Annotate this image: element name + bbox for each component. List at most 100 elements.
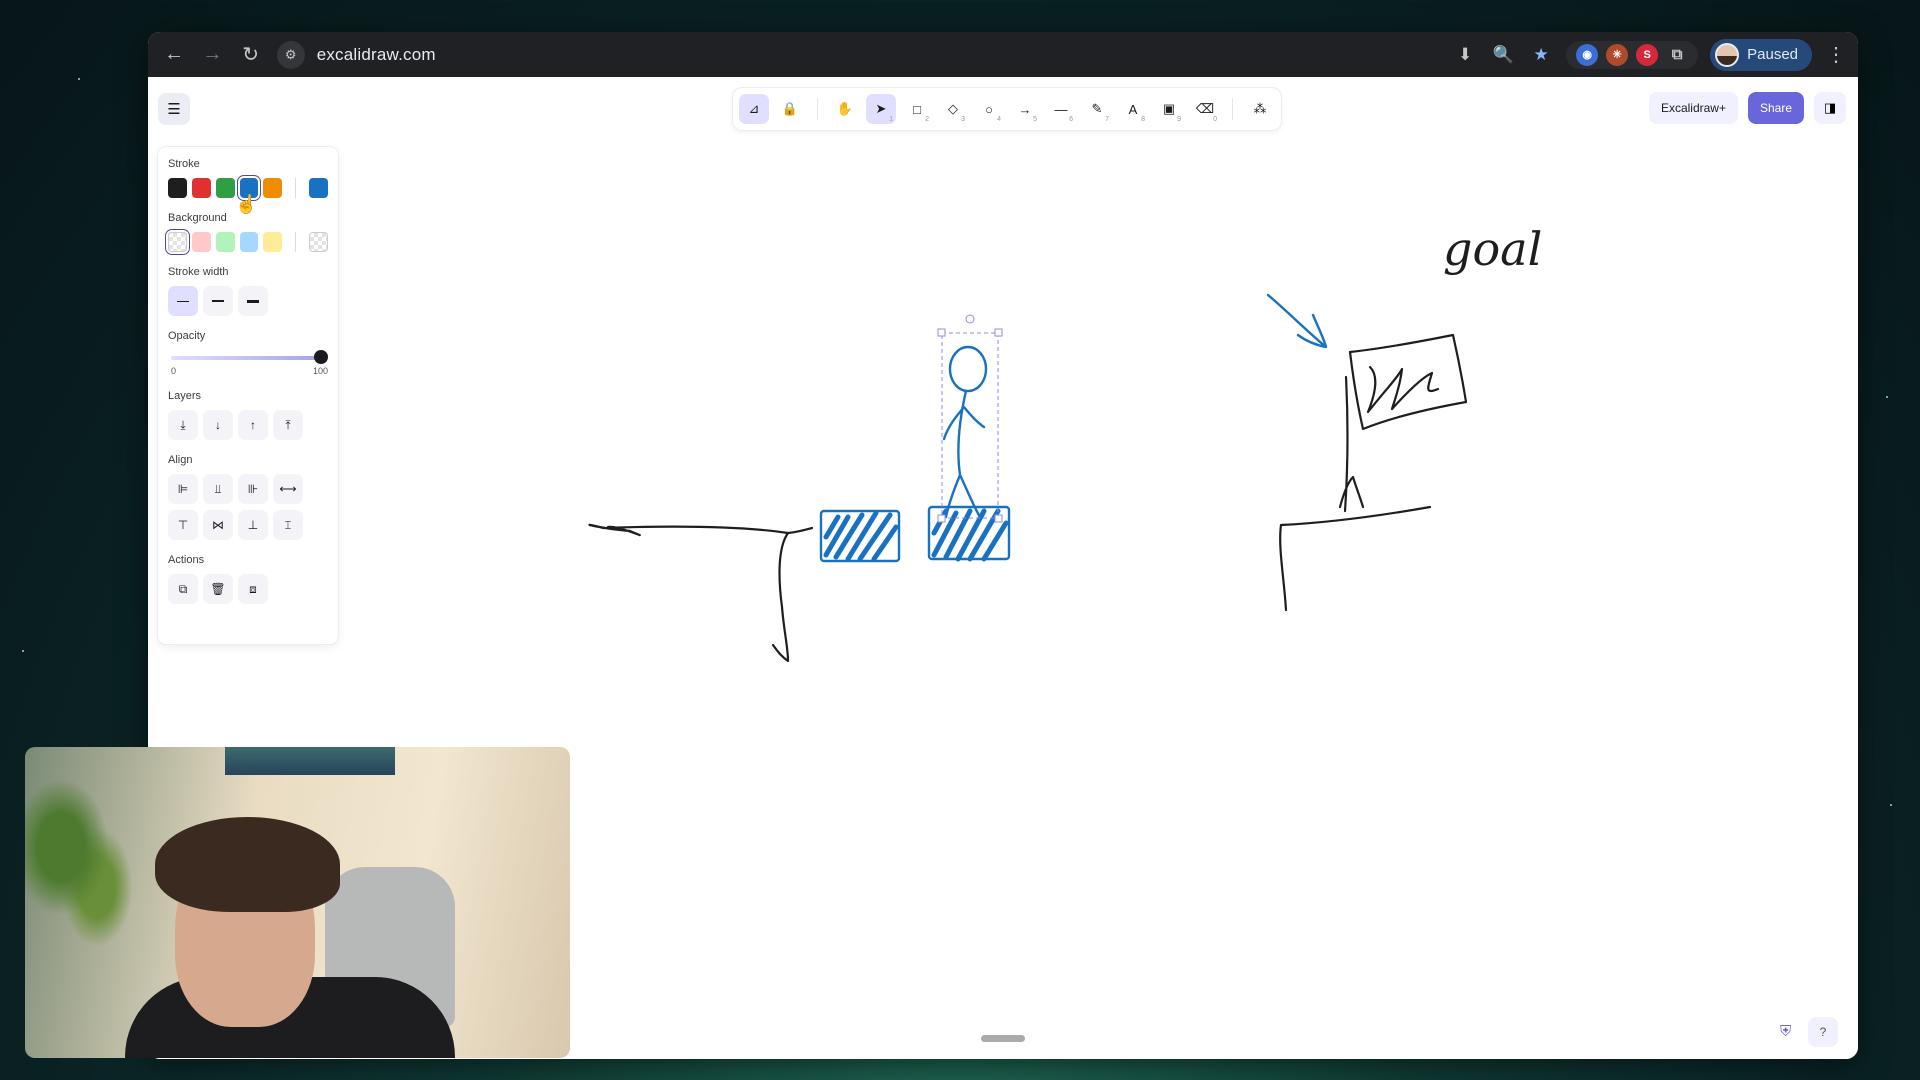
action-button[interactable]: ⧈ — [238, 574, 268, 604]
block-2-outline — [927, 505, 1011, 561]
scroll-handle[interactable] — [981, 1035, 1025, 1042]
stroke-color-swatch[interactable] — [263, 178, 283, 198]
left-cliff-stroke — [588, 523, 814, 537]
stroke-color-swatch[interactable] — [215, 178, 235, 198]
stickman-body — [942, 389, 986, 519]
background-color-swatch[interactable] — [239, 232, 259, 252]
install-app-icon[interactable]: ⬇ — [1452, 42, 1478, 68]
browser-menu-icon[interactable]: ⋮ — [1824, 42, 1848, 67]
excalidraw-plus-button[interactable]: Excalidraw+ — [1648, 92, 1738, 124]
library-sidebar-icon[interactable]: ◨ — [1814, 92, 1846, 124]
layer-order-button[interactable]: ⤓ — [168, 410, 198, 440]
selection-tool-icon[interactable]: ➤ 1 — [866, 94, 896, 124]
divider — [295, 178, 297, 198]
eraser-tool-icon[interactable]: ⌫ 0 — [1190, 94, 1220, 124]
stroke-color-swatch[interactable] — [191, 178, 211, 198]
bookshelf — [225, 747, 395, 775]
background-color-swatch[interactable] — [263, 232, 283, 252]
background-color-swatch[interactable] — [215, 232, 235, 252]
goal-label: goal — [1443, 222, 1542, 276]
stroke-width-bold-option[interactable] — [203, 286, 233, 316]
opacity-min-label: 0 — [171, 366, 177, 376]
layer-order-button[interactable]: ↑ — [238, 410, 268, 440]
action-button[interactable]: 🗑 — [203, 574, 233, 604]
arrow-to-goal-stroke — [1266, 293, 1328, 349]
background-current-color-swatch[interactable] — [309, 232, 328, 252]
arrow-tool-icon[interactable]: → 5 — [1010, 94, 1040, 124]
ellipse-tool-icon[interactable]: ○ 4 — [974, 94, 1004, 124]
align-button[interactable]: ⊪ — [238, 474, 268, 504]
opacity-slider[interactable] — [171, 350, 328, 364]
actions-buttons: ⧉ 🗑 ⧈ — [168, 574, 328, 604]
opacity-slider-track — [171, 356, 321, 360]
extensions-puzzle-icon[interactable]: ⧉ — [1666, 44, 1688, 66]
stroke-width-extra-bold-option[interactable] — [238, 286, 268, 316]
layers-buttons: ⤓ ↓ ↑ ⤒ — [168, 410, 328, 440]
background-colors — [168, 232, 328, 252]
actions-heading: Actions — [168, 554, 205, 566]
action-button[interactable]: ⧉ — [168, 574, 198, 604]
stroke-color-swatch[interactable] — [168, 178, 187, 198]
bookmark-star-icon[interactable]: ★ — [1528, 42, 1554, 68]
reload-button[interactable]: ↻ — [234, 38, 266, 72]
background-color-swatch[interactable] — [191, 232, 211, 252]
text-tool-icon[interactable]: A8 — [1118, 94, 1148, 124]
flag-box-stroke — [1348, 333, 1468, 431]
line-tool-icon[interactable]: —6 — [1046, 94, 1076, 124]
diamond-tool-icon[interactable]: ◇ 3 — [938, 94, 968, 124]
extension-2-icon[interactable]: ✳ — [1606, 43, 1629, 66]
block-2-hatch — [931, 508, 1009, 562]
share-button[interactable]: Share — [1747, 92, 1804, 124]
layer-order-button[interactable]: ⤒ — [273, 410, 303, 440]
opacity-slider-thumb[interactable] — [314, 350, 328, 364]
align-buttons-row-1: ⊫ ⫫ ⊪ ⟷ — [168, 474, 328, 504]
align-button[interactable]: ⟷ — [273, 474, 303, 504]
shortcut-key: 7 — [1105, 116, 1109, 123]
align-button[interactable]: ⊥ — [238, 510, 268, 540]
background-color-swatch[interactable] — [168, 232, 187, 252]
flag-pole-stroke — [1338, 375, 1365, 513]
tool-lock-icon[interactable]: ⊿ — [739, 94, 769, 124]
shortcut-key: 9 — [1177, 116, 1181, 123]
site-settings-icon[interactable]: ⚙ — [276, 40, 305, 69]
align-button[interactable]: ⊤ — [168, 510, 198, 540]
profile-status: Paused — [1747, 46, 1799, 63]
plant — [25, 767, 145, 967]
stroke-current-color-swatch[interactable] — [309, 178, 328, 198]
encryption-shield-icon[interactable]: ⛨ — [1780, 1023, 1791, 1040]
more-tools-icon[interactable]: ⁂ — [1245, 94, 1275, 124]
layer-order-button[interactable]: ↓ — [203, 410, 233, 440]
shortcut-key: 3 — [961, 116, 965, 123]
align-button[interactable]: ⋈ — [203, 510, 233, 540]
main-menu-button[interactable]: ☰ — [158, 93, 190, 125]
opacity-heading: Opacity — [168, 330, 206, 342]
opacity-max-label: 100 — [312, 366, 328, 376]
image-tool-icon[interactable]: ▣ 9 — [1154, 94, 1184, 124]
align-button[interactable]: ⫫ — [203, 474, 233, 504]
profile-button[interactable]: Paused — [1710, 38, 1813, 71]
avatar — [1715, 42, 1740, 67]
hand-tool-icon[interactable]: ✋ — [830, 94, 860, 124]
rectangle-tool-icon[interactable]: □ 2 — [902, 94, 932, 124]
zoom-icon[interactable]: 🔍 — [1490, 42, 1516, 68]
divider — [295, 232, 297, 252]
address-bar[interactable]: ⚙ excalidraw.com — [276, 38, 1452, 72]
forward-button[interactable]: → — [196, 38, 228, 72]
align-buttons-row-2: ⊤ ⋈ ⊥ ⌶ — [168, 510, 328, 540]
shortcut-key: 1 — [889, 116, 893, 123]
browser-toolbar: ← → ↻ ⚙ excalidraw.com ⬇ 🔍 ★ ◉ ✳ S ⧉ Pau… — [148, 32, 1858, 77]
help-icon[interactable]: ? — [1808, 1017, 1838, 1047]
back-button[interactable]: ← — [158, 38, 190, 72]
shortcut-key: 4 — [997, 116, 1001, 123]
extension-1-icon[interactable]: ◉ — [1576, 43, 1599, 66]
extension-3-icon[interactable]: S — [1636, 43, 1659, 66]
hand-lock-tool-icon[interactable]: 🔒 — [775, 94, 805, 124]
align-button[interactable]: ⊫ — [168, 474, 198, 504]
stroke-width-thin-option[interactable] — [168, 286, 198, 316]
align-heading: Align — [168, 454, 193, 466]
toolbar-separator — [817, 98, 818, 120]
url-text[interactable]: excalidraw.com — [317, 45, 436, 65]
toolbar-separator — [1232, 98, 1233, 120]
draw-tool-icon[interactable]: ✎ 7 — [1082, 94, 1112, 124]
align-button[interactable]: ⌶ — [273, 510, 303, 540]
